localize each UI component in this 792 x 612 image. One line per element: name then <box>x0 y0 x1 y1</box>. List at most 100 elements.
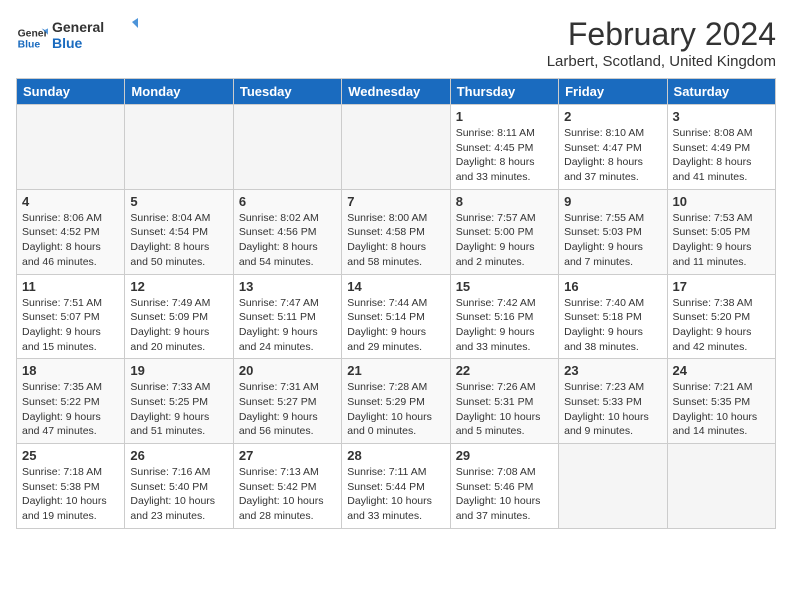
day-info: Sunrise: 7:33 AM Sunset: 5:25 PM Dayligh… <box>130 380 227 439</box>
calendar-cell: 26 Sunrise: 7:16 AM Sunset: 5:40 PM Dayli… <box>125 444 233 529</box>
day-number: 10 <box>673 194 770 209</box>
title-block: February 2024 Larbert, Scotland, United … <box>547 16 776 70</box>
calendar-cell: 8Sunrise: 7:57 AM Sunset: 5:00 PM Daylig… <box>450 189 558 274</box>
calendar-cell: 19 Sunrise: 7:33 AM Sunset: 5:25 PM Dayli… <box>125 359 233 444</box>
day-info: Sunrise: 8:08 AM Sunset: 4:49 PM Dayligh… <box>673 126 770 185</box>
calendar-cell: 4 Sunrise: 8:06 AM Sunset: 4:52 PM Daylig… <box>17 189 125 274</box>
week-row-2: 4 Sunrise: 8:06 AM Sunset: 4:52 PM Daylig… <box>17 189 776 274</box>
calendar-cell: 11 Sunrise: 7:51 AM Sunset: 5:07 PM Dayli… <box>17 274 125 359</box>
calendar-cell: 12 Sunrise: 7:49 AM Sunset: 5:09 PM Dayli… <box>125 274 233 359</box>
day-number: 2 <box>564 109 661 124</box>
calendar-body: 1 Sunrise: 8:11 AM Sunset: 4:45 PM Daylig… <box>17 105 776 529</box>
day-number: 5 <box>130 194 227 209</box>
calendar-cell <box>17 105 125 190</box>
logo: General Blue General Blue <box>16 16 142 59</box>
day-header-monday: Monday <box>125 79 233 105</box>
day-number: 23 <box>564 363 661 378</box>
day-info: Sunrise: 7:11 AM Sunset: 5:44 PM Dayligh… <box>347 465 444 524</box>
day-header-saturday: Saturday <box>667 79 775 105</box>
day-info: Sunrise: 7:49 AM Sunset: 5:09 PM Dayligh… <box>130 296 227 355</box>
page-header: General Blue General Blue February 2024 … <box>16 16 776 70</box>
svg-text:Blue: Blue <box>52 35 83 51</box>
day-number: 12 <box>130 279 227 294</box>
day-number: 26 <box>130 448 227 463</box>
calendar-cell: 22 Sunrise: 7:26 AM Sunset: 5:31 PM Dayli… <box>450 359 558 444</box>
day-number: 16 <box>564 279 661 294</box>
week-row-4: 18 Sunrise: 7:35 AM Sunset: 5:22 PM Dayli… <box>17 359 776 444</box>
day-number: 7 <box>347 194 444 209</box>
day-number: 13 <box>239 279 336 294</box>
logo-icon: General Blue <box>16 22 48 54</box>
day-number: 6 <box>239 194 336 209</box>
day-number: 18 <box>22 363 119 378</box>
day-info: Sunrise: 8:04 AM Sunset: 4:54 PM Dayligh… <box>130 211 227 270</box>
day-info: Sunrise: 8:06 AM Sunset: 4:52 PM Dayligh… <box>22 211 119 270</box>
week-row-1: 1 Sunrise: 8:11 AM Sunset: 4:45 PM Daylig… <box>17 105 776 190</box>
day-info: Sunrise: 7:31 AM Sunset: 5:27 PM Dayligh… <box>239 380 336 439</box>
day-info: Sunrise: 7:35 AM Sunset: 5:22 PM Dayligh… <box>22 380 119 439</box>
day-info: Sunrise: 7:51 AM Sunset: 5:07 PM Dayligh… <box>22 296 119 355</box>
day-info: Sunrise: 7:55 AM Sunset: 5:03 PM Dayligh… <box>564 211 661 270</box>
calendar-subtitle: Larbert, Scotland, United Kingdom <box>547 53 776 70</box>
day-number: 1 <box>456 109 553 124</box>
day-number: 25 <box>22 448 119 463</box>
calendar-cell: 10Sunrise: 7:53 AM Sunset: 5:05 PM Dayli… <box>667 189 775 274</box>
day-number: 11 <box>22 279 119 294</box>
week-row-5: 25 Sunrise: 7:18 AM Sunset: 5:38 PM Dayli… <box>17 444 776 529</box>
calendar-table: SundayMondayTuesdayWednesdayThursdayFrid… <box>16 78 776 529</box>
day-number: 27 <box>239 448 336 463</box>
calendar-cell: 7 Sunrise: 8:00 AM Sunset: 4:58 PM Daylig… <box>342 189 450 274</box>
calendar-cell: 25 Sunrise: 7:18 AM Sunset: 5:38 PM Dayli… <box>17 444 125 529</box>
calendar-cell <box>125 105 233 190</box>
calendar-cell <box>233 105 341 190</box>
calendar-cell: 5 Sunrise: 8:04 AM Sunset: 4:54 PM Daylig… <box>125 189 233 274</box>
day-number: 20 <box>239 363 336 378</box>
day-info: Sunrise: 7:40 AM Sunset: 5:18 PM Dayligh… <box>564 296 661 355</box>
calendar-cell: 18 Sunrise: 7:35 AM Sunset: 5:22 PM Dayli… <box>17 359 125 444</box>
calendar-cell: 6 Sunrise: 8:02 AM Sunset: 4:56 PM Daylig… <box>233 189 341 274</box>
calendar-cell: 14Sunrise: 7:44 AM Sunset: 5:14 PM Dayli… <box>342 274 450 359</box>
day-number: 4 <box>22 194 119 209</box>
day-header-wednesday: Wednesday <box>342 79 450 105</box>
day-number: 28 <box>347 448 444 463</box>
day-info: Sunrise: 7:18 AM Sunset: 5:38 PM Dayligh… <box>22 465 119 524</box>
day-info: Sunrise: 7:13 AM Sunset: 5:42 PM Dayligh… <box>239 465 336 524</box>
day-number: 14 <box>347 279 444 294</box>
day-number: 19 <box>130 363 227 378</box>
day-number: 29 <box>456 448 553 463</box>
day-info: Sunrise: 7:57 AM Sunset: 5:00 PM Dayligh… <box>456 211 553 270</box>
svg-text:General: General <box>52 19 104 35</box>
day-header-sunday: Sunday <box>17 79 125 105</box>
logo-svg: General Blue <box>52 16 142 54</box>
calendar-cell: 28 Sunrise: 7:11 AM Sunset: 5:44 PM Dayli… <box>342 444 450 529</box>
day-info: Sunrise: 7:38 AM Sunset: 5:20 PM Dayligh… <box>673 296 770 355</box>
day-info: Sunrise: 7:23 AM Sunset: 5:33 PM Dayligh… <box>564 380 661 439</box>
day-header-tuesday: Tuesday <box>233 79 341 105</box>
week-row-3: 11 Sunrise: 7:51 AM Sunset: 5:07 PM Dayli… <box>17 274 776 359</box>
calendar-cell: 1 Sunrise: 8:11 AM Sunset: 4:45 PM Daylig… <box>450 105 558 190</box>
day-info: Sunrise: 7:47 AM Sunset: 5:11 PM Dayligh… <box>239 296 336 355</box>
day-number: 21 <box>347 363 444 378</box>
calendar-cell <box>559 444 667 529</box>
day-number: 22 <box>456 363 553 378</box>
svg-text:Blue: Blue <box>18 39 41 50</box>
calendar-title: February 2024 <box>547 16 776 53</box>
day-number: 3 <box>673 109 770 124</box>
calendar-cell: 3 Sunrise: 8:08 AM Sunset: 4:49 PM Daylig… <box>667 105 775 190</box>
calendar-cell: 21 Sunrise: 7:28 AM Sunset: 5:29 PM Dayli… <box>342 359 450 444</box>
day-info: Sunrise: 7:16 AM Sunset: 5:40 PM Dayligh… <box>130 465 227 524</box>
day-info: Sunrise: 7:28 AM Sunset: 5:29 PM Dayligh… <box>347 380 444 439</box>
day-info: Sunrise: 8:00 AM Sunset: 4:58 PM Dayligh… <box>347 211 444 270</box>
day-info: Sunrise: 8:10 AM Sunset: 4:47 PM Dayligh… <box>564 126 661 185</box>
calendar-cell: 24Sunrise: 7:21 AM Sunset: 5:35 PM Dayli… <box>667 359 775 444</box>
day-info: Sunrise: 7:42 AM Sunset: 5:16 PM Dayligh… <box>456 296 553 355</box>
day-info: Sunrise: 7:26 AM Sunset: 5:31 PM Dayligh… <box>456 380 553 439</box>
day-info: Sunrise: 7:08 AM Sunset: 5:46 PM Dayligh… <box>456 465 553 524</box>
day-header-thursday: Thursday <box>450 79 558 105</box>
calendar-cell <box>342 105 450 190</box>
day-info: Sunrise: 8:02 AM Sunset: 4:56 PM Dayligh… <box>239 211 336 270</box>
calendar-cell: 29 Sunrise: 7:08 AM Sunset: 5:46 PM Dayli… <box>450 444 558 529</box>
calendar-header-row: SundayMondayTuesdayWednesdayThursdayFrid… <box>17 79 776 105</box>
day-info: Sunrise: 8:11 AM Sunset: 4:45 PM Dayligh… <box>456 126 553 185</box>
calendar-cell: 27 Sunrise: 7:13 AM Sunset: 5:42 PM Dayli… <box>233 444 341 529</box>
